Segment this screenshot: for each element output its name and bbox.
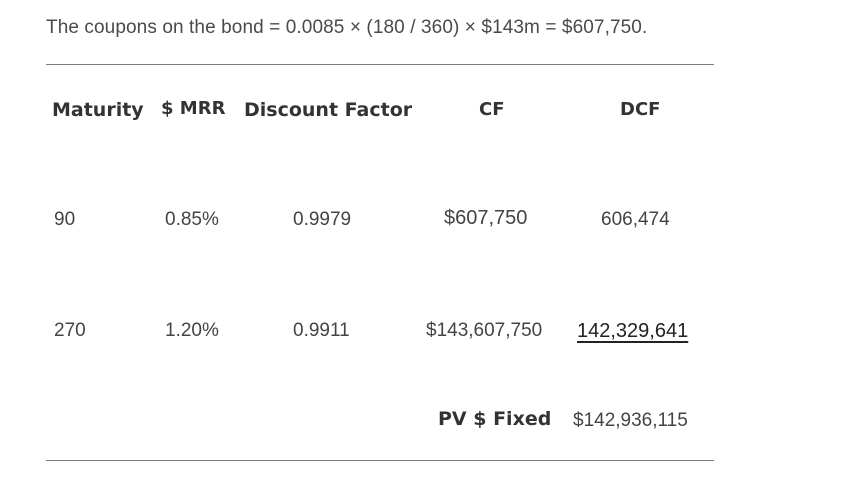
bottom-divider	[46, 460, 714, 461]
intro-text: The coupons on the bond = 0.0085 × (180 …	[46, 17, 648, 38]
total-value: $142,936,115	[573, 410, 688, 431]
row-1-mrr: 0.85%	[165, 209, 219, 230]
row-2-maturity: 270	[54, 320, 86, 341]
header-dcf: DCF	[620, 99, 661, 120]
top-divider	[46, 64, 714, 65]
header-maturity: Maturity	[52, 99, 144, 121]
row-1-dcf: 606,474	[601, 209, 670, 230]
row-1-maturity: 90	[54, 209, 76, 230]
header-discount-factor: Discount Factor	[244, 99, 413, 121]
row-2-cf: $143,607,750	[426, 320, 543, 341]
row-2-mrr: 1.20%	[165, 320, 219, 341]
total-label: PV $ Fixed	[438, 408, 552, 430]
row-1-cf: $607,750	[444, 207, 528, 229]
header-cf: CF	[479, 99, 505, 120]
header-mrr: $ MRR	[161, 98, 226, 119]
row-1-discount-factor: 0.9979	[293, 209, 352, 230]
row-2-discount-factor: 0.9911	[293, 320, 350, 341]
row-2-dcf: 142,329,641	[577, 320, 689, 342]
